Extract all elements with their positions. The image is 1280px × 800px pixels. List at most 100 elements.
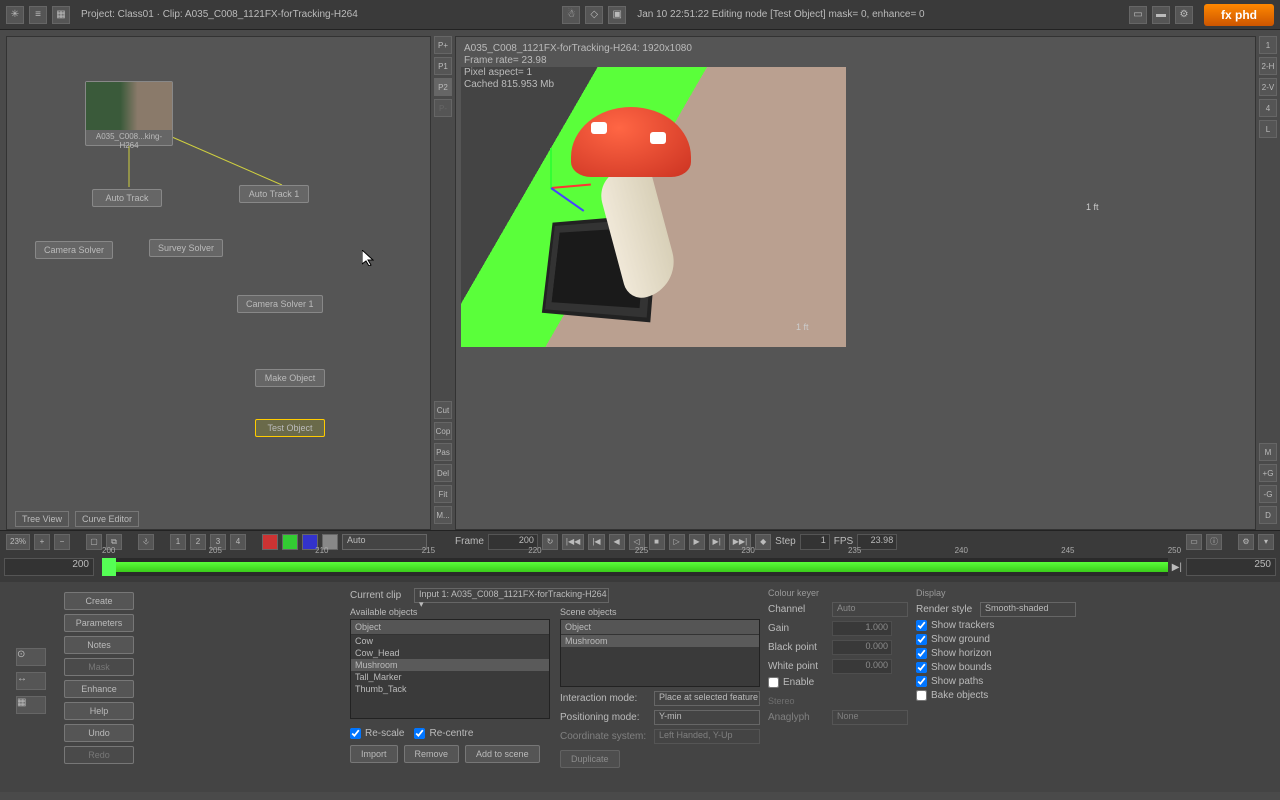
tool-icon-proj[interactable]: ▦	[16, 696, 46, 714]
scene-objects-list[interactable]: Object Mushroom	[560, 619, 760, 687]
cut-button[interactable]: Cut	[434, 401, 452, 419]
layout-icon-2[interactable]: ▬	[1152, 6, 1170, 24]
in-frame-field[interactable]: 200	[4, 558, 94, 576]
show-trackers-checkbox[interactable]: Show trackers	[916, 620, 1076, 631]
interaction-mode-select[interactable]: Place at selected feature	[654, 691, 760, 706]
timeline-end-icon[interactable]: ▶|	[1172, 562, 1182, 573]
node-graph-panel[interactable]: A035_C008...king-H264 Auto Track Auto Tr…	[6, 36, 431, 530]
node-source-clip[interactable]: A035_C008...king-H264	[85, 81, 173, 146]
copy-button[interactable]: Cop	[434, 422, 452, 440]
layout-2h-button[interactable]: 2-H	[1259, 57, 1277, 75]
curve-editor-button[interactable]: Curve Editor	[75, 511, 139, 527]
list-item[interactable]: Mushroom	[351, 659, 549, 671]
list-item[interactable]: Thumb_Tack	[351, 683, 549, 695]
show-bounds-checkbox[interactable]: Show bounds	[916, 662, 1076, 673]
parameters-tab[interactable]: Parameters	[64, 614, 134, 632]
grid-minus-button[interactable]: -G	[1259, 485, 1277, 503]
node-auto-track[interactable]: Auto Track	[92, 189, 162, 207]
opt-icon-1[interactable]: ▭	[1186, 534, 1202, 550]
out-frame-field[interactable]: 250	[1186, 558, 1276, 576]
redo-button[interactable]: Redo	[64, 746, 134, 764]
current-clip-select[interactable]: Input 1: A035_C008_1121FX-forTracking-H2…	[414, 588, 609, 603]
render-style-select[interactable]: Smooth-shaded	[980, 602, 1076, 617]
p-plus-button[interactable]: P+	[434, 36, 452, 54]
list-item[interactable]: Cow	[351, 635, 549, 647]
mode-icon-1[interactable]: ✳	[6, 6, 24, 24]
layout-l-button[interactable]: L	[1259, 120, 1277, 138]
display-header: Display	[916, 588, 1076, 598]
node-make-object[interactable]: Make Object	[255, 369, 325, 387]
mode-icon-2[interactable]: ≡	[29, 6, 47, 24]
m-button[interactable]: M	[1259, 443, 1277, 461]
tool-icon-select[interactable]: ⊙	[16, 648, 46, 666]
node-auto-track-1[interactable]: Auto Track 1	[239, 185, 309, 203]
timeline-tick: 235	[848, 546, 861, 555]
enable-keyer-checkbox[interactable]: Enable	[768, 677, 908, 688]
node-test-object[interactable]: Test Object	[255, 419, 325, 437]
p-minus-button[interactable]: P-	[434, 99, 452, 117]
coord-system-select: Left Handed, Y-Up	[654, 729, 760, 744]
black-point-field[interactable]: 0.000	[832, 640, 892, 655]
fit-button[interactable]: Fit	[434, 485, 452, 503]
grid-plus-button[interactable]: +G	[1259, 464, 1277, 482]
3d-viewport[interactable]: A035_C008_1121FX-forTracking-H264: 1920x…	[455, 36, 1256, 530]
list-item[interactable]: Tall_Marker	[351, 671, 549, 683]
gain-field[interactable]: 1.000	[832, 621, 892, 636]
layout-icon-1[interactable]: ▭	[1129, 6, 1147, 24]
zoom-field[interactable]: 23%	[6, 534, 30, 550]
available-objects-list[interactable]: Object CowCow_HeadMushroomTall_MarkerThu…	[350, 619, 550, 719]
mask-tab[interactable]: Mask	[64, 658, 134, 676]
bake-objects-checkbox[interactable]: Bake objects	[916, 690, 1076, 701]
tool-icon-move[interactable]: ↔	[16, 672, 46, 690]
rescale-checkbox[interactable]: Re-scale	[350, 728, 404, 739]
tree-view-button[interactable]: Tree View	[15, 511, 69, 527]
node-camera-solver-1[interactable]: Camera Solver 1	[237, 295, 323, 313]
show-ground-checkbox[interactable]: Show ground	[916, 634, 1076, 645]
timeline-tick: 245	[1061, 546, 1074, 555]
p2-button[interactable]: P2	[434, 78, 452, 96]
positioning-mode-select[interactable]: Y-min	[654, 710, 760, 725]
duplicate-button[interactable]: Duplicate	[560, 750, 620, 768]
layout-4-button[interactable]: 4	[1259, 99, 1277, 117]
import-button[interactable]: Import	[350, 745, 398, 763]
timeline-track[interactable]: 200205210215220225230235240245250	[102, 558, 1168, 576]
layout-1-button[interactable]: 1	[1259, 36, 1277, 54]
tool-icon-c[interactable]: ▣	[608, 6, 626, 24]
list-item[interactable]: Cow_Head	[351, 647, 549, 659]
opt-icon-4[interactable]: ▾	[1258, 534, 1274, 550]
minus-icon[interactable]: −	[54, 534, 70, 550]
enhance-tab[interactable]: Enhance	[64, 680, 134, 698]
list-item[interactable]: Mushroom	[561, 635, 759, 647]
p1-button[interactable]: P1	[434, 57, 452, 75]
side-tabs: Create Parameters Notes Mask Enhance Hel…	[64, 588, 134, 786]
menu-button[interactable]: M...	[434, 506, 452, 524]
recentre-checkbox[interactable]: Re-centre	[414, 728, 473, 739]
mode-icon-3[interactable]: ▦	[52, 6, 70, 24]
d-button[interactable]: D	[1259, 506, 1277, 524]
coord-system-label: Coordinate system:	[560, 731, 650, 742]
help-tab[interactable]: Help	[64, 702, 134, 720]
opt-icon-3[interactable]: ⚙	[1238, 534, 1254, 550]
node-survey-solver[interactable]: Survey Solver	[149, 239, 223, 257]
opt-icon-2[interactable]: ⓘ	[1206, 534, 1222, 550]
tool-icon-b[interactable]: ◇	[585, 6, 603, 24]
top-toolbar: ✳ ≡ ▦ Project: Class01 · Clip: A035_C008…	[0, 0, 1280, 30]
layout-2v-button[interactable]: 2-V	[1259, 78, 1277, 96]
fit-icon[interactable]: ▢	[86, 534, 102, 550]
show-paths-checkbox[interactable]: Show paths	[916, 676, 1076, 687]
delete-button[interactable]: Del	[434, 464, 452, 482]
channel-select[interactable]: Auto	[832, 602, 908, 617]
white-point-field[interactable]: 0.000	[832, 659, 892, 674]
show-horizon-checkbox[interactable]: Show horizon	[916, 648, 1076, 659]
notes-tab[interactable]: Notes	[64, 636, 134, 654]
add-to-scene-button[interactable]: Add to scene	[465, 745, 540, 763]
gear-icon[interactable]: ⚙	[1175, 6, 1193, 24]
plus-icon[interactable]: +	[34, 534, 50, 550]
tool-icon-a[interactable]: ☃	[562, 6, 580, 24]
paste-button[interactable]: Pas	[434, 443, 452, 461]
undo-button[interactable]: Undo	[64, 724, 134, 742]
node-camera-solver[interactable]: Camera Solver	[35, 241, 113, 259]
playhead[interactable]	[102, 558, 116, 576]
remove-button[interactable]: Remove	[404, 745, 460, 763]
create-tab[interactable]: Create	[64, 592, 134, 610]
